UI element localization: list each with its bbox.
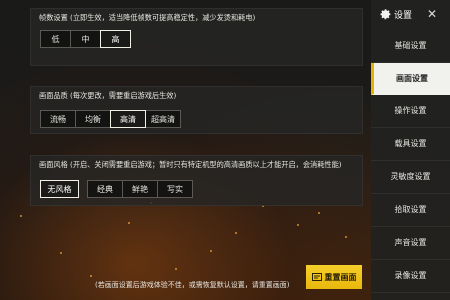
style-panel: 画面风格 (开启、关闭需要重启游戏；暂时只有特定机型的高清画质以上才能开启，会消… bbox=[30, 155, 363, 206]
frame-rate-options: 低 中 高 bbox=[40, 30, 131, 48]
quality-hd[interactable]: 高清 bbox=[110, 110, 146, 128]
settings-title: 设置 bbox=[394, 11, 413, 21]
style-classic[interactable]: 经典 bbox=[87, 180, 123, 198]
menu-item-vehicle[interactable]: 载具设置 bbox=[371, 128, 450, 161]
settings-menu: 基础设置 画面设置 操作设置 载具设置 灵敏度设置 拾取设置 声音设置 录像设置 bbox=[371, 30, 450, 293]
menu-item-controls[interactable]: 操作设置 bbox=[371, 95, 450, 128]
frame-rate-high[interactable]: 高 bbox=[100, 30, 131, 48]
quality-smooth[interactable]: 流畅 bbox=[40, 110, 76, 128]
style-none[interactable]: 无风格 bbox=[40, 180, 79, 198]
frame-rate-title: 帧数设置 (立即生效，适当降低帧数可提高稳定性，减少发烫和耗电) bbox=[39, 13, 256, 22]
reset-graphics-button[interactable]: 重置画面 bbox=[306, 265, 362, 289]
sidebar-header: 设置 ✕ bbox=[371, 0, 450, 30]
menu-item-recording[interactable]: 录像设置 bbox=[371, 260, 450, 293]
quality-ultra-hd[interactable]: 超高清 bbox=[145, 110, 181, 128]
quality-panel: 画面品质 (每次更改，需要重启游戏后生效) 流畅 均衡 高清 超高清 bbox=[30, 86, 363, 134]
menu-item-pickup[interactable]: 拾取设置 bbox=[371, 194, 450, 227]
quality-title: 画面品质 (每次更改，需要重启游戏后生效) bbox=[39, 91, 177, 100]
settings-sidebar: 设置 ✕ 基础设置 画面设置 操作设置 载具设置 灵敏度设置 拾取设置 声音设置… bbox=[371, 0, 450, 300]
style-vivid[interactable]: 鲜艳 bbox=[122, 180, 158, 198]
menu-item-graphics[interactable]: 画面设置 bbox=[371, 63, 450, 95]
frame-rate-panel: 帧数设置 (立即生效，适当降低帧数可提高稳定性，减少发烫和耗电) 低 中 高 bbox=[30, 8, 363, 66]
menu-item-audio[interactable]: 声音设置 bbox=[371, 227, 450, 260]
frame-rate-medium[interactable]: 中 bbox=[70, 30, 101, 48]
reset-hint-text: (若画面设置后游戏体验不佳，或需恢复默认设置，请重置画面) bbox=[95, 281, 290, 289]
quality-balanced[interactable]: 均衡 bbox=[75, 110, 111, 128]
menu-item-sensitivity[interactable]: 灵敏度设置 bbox=[371, 161, 450, 194]
style-options: 无风格 经典 鲜艳 写实 bbox=[40, 180, 193, 198]
reset-icon bbox=[311, 273, 322, 281]
style-realistic[interactable]: 写实 bbox=[157, 180, 193, 198]
close-icon[interactable]: ✕ bbox=[426, 8, 438, 20]
menu-item-basic[interactable]: 基础设置 bbox=[371, 30, 450, 63]
reset-graphics-label: 重置画面 bbox=[324, 272, 357, 282]
style-title: 画面风格 (开启、关闭需要重启游戏；暂时只有特定机型的高清画质以上才能开启，会消… bbox=[39, 160, 342, 169]
gear-icon bbox=[380, 9, 391, 20]
quality-options: 流畅 均衡 高清 超高清 bbox=[40, 110, 181, 128]
frame-rate-low[interactable]: 低 bbox=[40, 30, 71, 48]
